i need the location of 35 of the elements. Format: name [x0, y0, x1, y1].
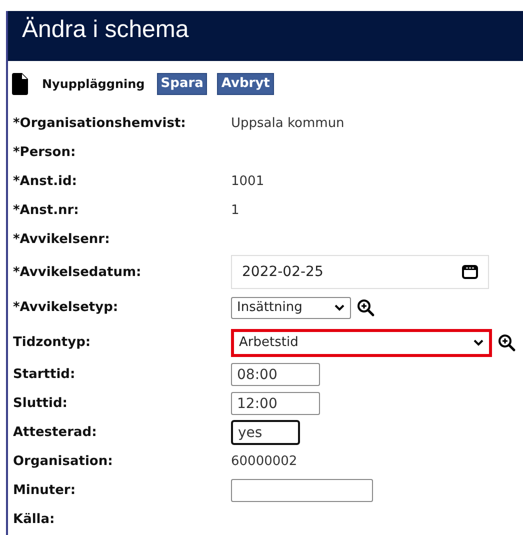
field-label: Tidzontyp:: [13, 335, 91, 350]
field-label: Starttid:: [13, 367, 76, 382]
window-title: Ändra i schema: [22, 16, 189, 44]
toolbar-button[interactable]: Avbryt: [217, 73, 274, 95]
zoom-in-icon[interactable]: [357, 298, 375, 316]
field-label: *Anst.id:: [13, 174, 77, 189]
field-label: Sluttid:: [13, 396, 68, 411]
zoom-in-icon[interactable]: [498, 334, 516, 352]
field-value: 60000002: [231, 454, 298, 469]
field-label: *Anst.nr:: [13, 203, 79, 218]
field-label: Attesterad:: [13, 425, 97, 440]
document-icon: [12, 73, 28, 95]
toolbar-button[interactable]: Spara: [156, 73, 208, 95]
field-label: Minuter:: [13, 483, 76, 498]
field-label: *Person:: [13, 145, 76, 160]
input-field[interactable]: yes: [231, 420, 300, 445]
field-value: 1001: [231, 174, 264, 189]
input-field[interactable]: [231, 479, 373, 502]
field-value: Uppsala kommun: [231, 116, 344, 131]
input-field[interactable]: 08:00: [231, 363, 320, 386]
field-label: *Organisationshemvist:: [13, 116, 186, 131]
toolbar-title: Nyuppläggning: [42, 77, 145, 91]
field-label: Källa:: [13, 512, 55, 527]
input-field[interactable]: 12:00: [231, 392, 320, 415]
field-label: *Avvikelsetyp:: [13, 300, 118, 315]
field-value: 1: [231, 203, 240, 218]
dropdown[interactable]: Insättning: [231, 296, 351, 318]
chevron-icon: [334, 304, 345, 312]
chevron-icon: [473, 338, 484, 346]
dropdown[interactable]: Arbetstid: [231, 328, 492, 356]
field-label: *Avvikelsenr:: [13, 232, 110, 247]
date-field[interactable]: 2022-02-25: [231, 255, 489, 289]
calendar-icon[interactable]: [462, 265, 478, 279]
field-label: *Avvikelsedatum:: [13, 264, 142, 280]
field-label: Organisation:: [13, 454, 113, 469]
